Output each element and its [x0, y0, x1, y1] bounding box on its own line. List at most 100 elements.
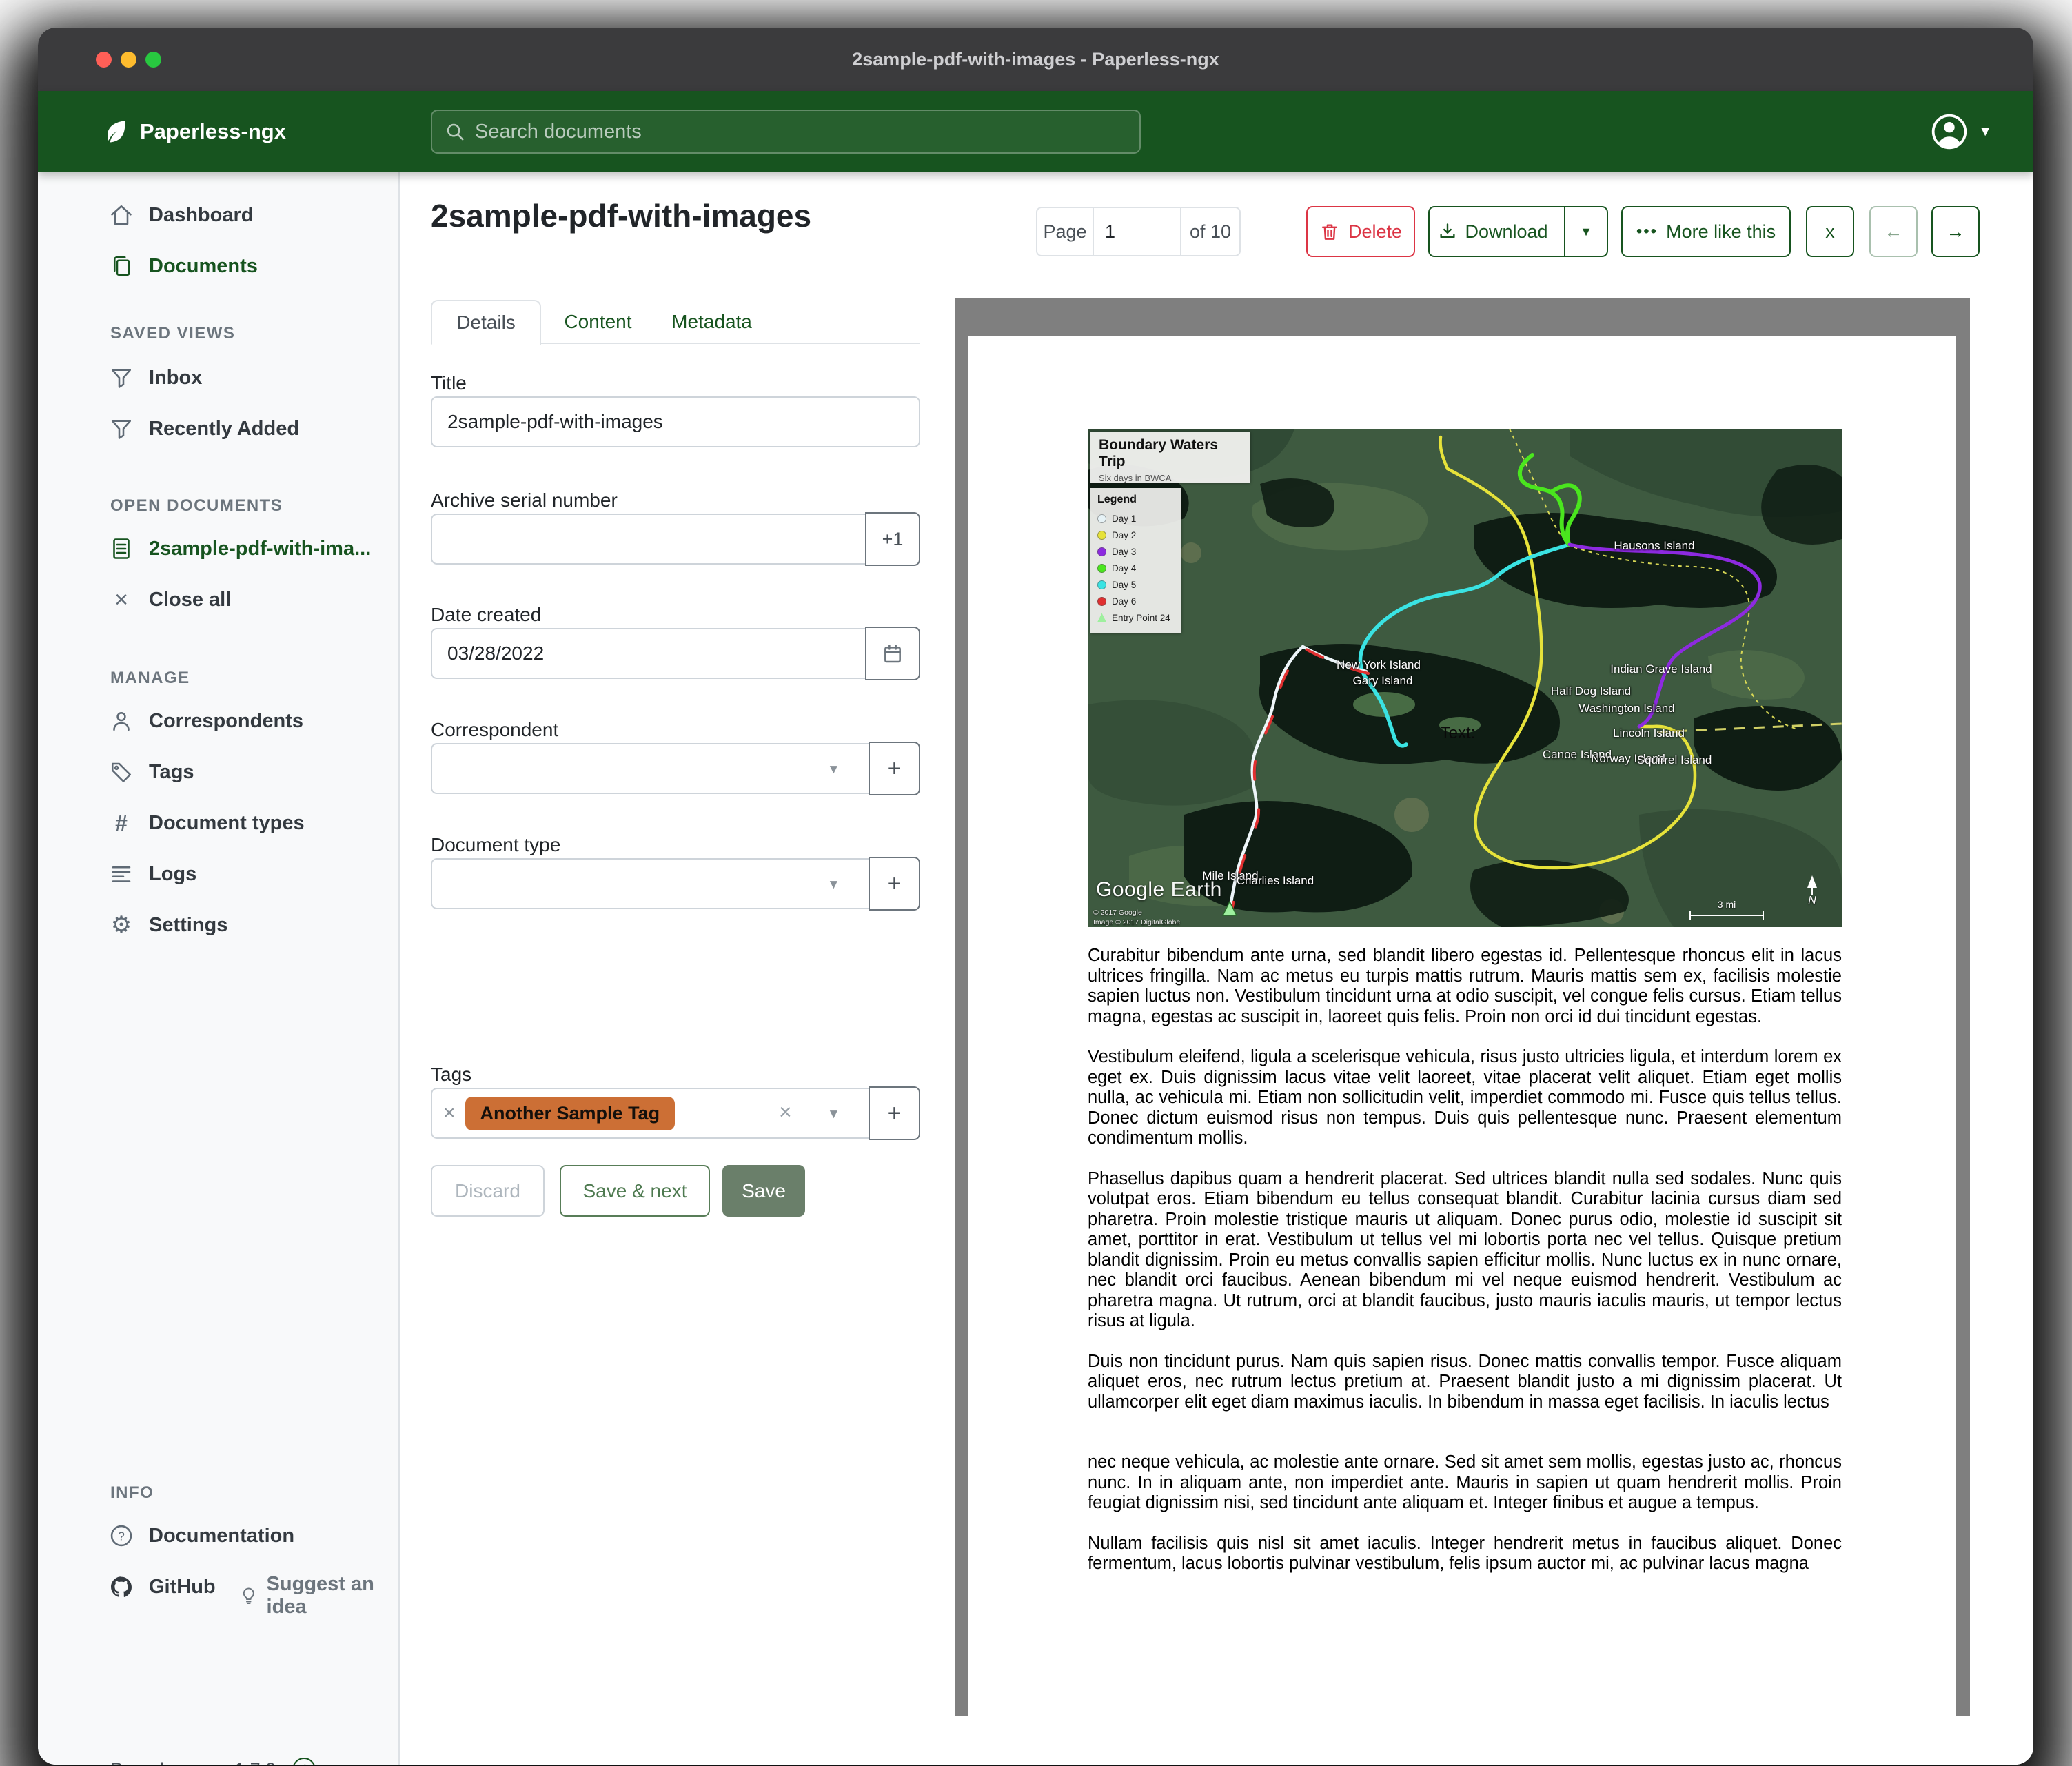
legend-item: Day 2	[1097, 527, 1175, 543]
main-content: 2sample-pdf-with-images Page of 10 Delet…	[400, 172, 2033, 1765]
map-attribution: Google Earth	[1096, 878, 1222, 902]
legend-swatch	[1097, 514, 1106, 523]
pdf-paragraph: Nullam facilisis quis nisl sit amet iacu…	[1088, 1534, 1842, 1574]
download-icon	[1437, 221, 1458, 242]
add-tag-button[interactable]: +	[869, 1086, 920, 1140]
sidebar-item-documentation[interactable]: ? Documentation	[38, 1511, 400, 1561]
chevron-down-icon: ▼	[827, 762, 840, 778]
brand[interactable]: Paperless-ngx	[101, 91, 286, 172]
sidebar: Dashboard Documents SAVED VIEWS Inbox Re…	[38, 172, 400, 1765]
remove-tag-icon[interactable]: ×	[443, 1102, 456, 1125]
sidebar-item-logs[interactable]: Logs	[38, 849, 400, 899]
clear-tags-icon[interactable]: ×	[779, 1099, 792, 1125]
save-button[interactable]: Save	[722, 1165, 805, 1217]
legend-item: Day 3	[1097, 543, 1175, 560]
page-label: Page	[1037, 208, 1094, 255]
lightbulb-icon	[239, 1585, 258, 1607]
map-copyright: © 2017 Google	[1093, 909, 1142, 917]
sidebar-item-suggest-idea[interactable]: Suggest an idea	[239, 1573, 398, 1618]
app-window: 2sample-pdf-with-images - Paperless-ngx …	[38, 28, 2033, 1765]
map-art	[1088, 429, 1842, 927]
previous-document-button[interactable]: ←	[1869, 206, 1918, 257]
tab-details[interactable]: Details	[431, 300, 541, 345]
download-button[interactable]: Download ▼	[1428, 206, 1608, 257]
map-place-label: Lincoln Island	[1613, 727, 1685, 740]
save-and-next-button[interactable]: Save & next	[560, 1165, 710, 1217]
close-window-button[interactable]	[96, 52, 112, 68]
trash-icon	[1319, 221, 1340, 242]
close-icon: x	[1825, 221, 1835, 243]
filter-icon	[109, 416, 134, 441]
filter-icon	[109, 365, 134, 390]
chevron-down-icon: ▼	[827, 1107, 840, 1122]
sidebar-item-documents[interactable]: Documents	[38, 241, 400, 291]
titlebar: 2sample-pdf-with-images - Paperless-ngx	[38, 28, 2033, 91]
sidebar-item-inbox[interactable]: Inbox	[38, 353, 400, 403]
pdf-viewer[interactable]: Boundary Waters Trip Six days in BWCA Le…	[955, 298, 1970, 1716]
sidebar-item-correspondents[interactable]: Correspondents	[38, 696, 400, 746]
search-icon	[445, 121, 465, 142]
pdf-paragraph: Vestibulum eleifend, ligula a scelerisqu…	[1088, 1047, 1842, 1149]
page-number-input[interactable]	[1094, 208, 1180, 255]
add-correspondent-button[interactable]: +	[869, 742, 920, 795]
calendar-button[interactable]	[865, 627, 920, 680]
chevron-down-icon: ▼	[1978, 124, 1992, 140]
discard-button[interactable]: Discard	[431, 1165, 545, 1217]
calendar-icon	[882, 642, 904, 664]
pdf-text: Curabitur bibendum ante urna, sed blandi…	[1088, 946, 1842, 1594]
file-text-icon	[109, 536, 134, 561]
more-like-this-button[interactable]: ••• More like this	[1621, 206, 1791, 257]
document-type-select[interactable]	[431, 858, 870, 909]
legend-swatch	[1097, 597, 1106, 606]
tag-chip[interactable]: Another Sample Tag	[465, 1097, 676, 1130]
map-place-label: Charlies Island	[1237, 874, 1314, 888]
add-document-type-button[interactable]: +	[869, 857, 920, 911]
map-text-annotation: Text:	[1441, 724, 1476, 743]
hash-icon: #	[109, 811, 134, 835]
title-label: Title	[431, 372, 467, 394]
download-dropdown-button[interactable]: ▼	[1564, 207, 1607, 256]
next-document-button[interactable]: →	[1931, 206, 1980, 257]
tab-bar: Details Content Metadata	[431, 300, 920, 344]
sidebar-item-dashboard[interactable]: Dashboard	[38, 190, 400, 240]
paperless-logo-icon	[101, 118, 129, 145]
info-icon[interactable]: i	[292, 1758, 316, 1765]
tab-content[interactable]: Content	[551, 300, 644, 344]
tab-metadata[interactable]: Metadata	[655, 300, 769, 344]
map-subtitle: Six days in BWCA	[1099, 473, 1242, 483]
pdf-paragraph: Phasellus dapibus quam a hendrerit place…	[1088, 1169, 1842, 1332]
title-input[interactable]	[431, 396, 920, 447]
sidebar-item-close-all[interactable]: × Close all	[38, 575, 400, 625]
asn-increment-button[interactable]: +1	[865, 512, 920, 566]
pdf-paragraph: Duis non tincidunt purus. Nam quis sapie…	[1088, 1352, 1842, 1413]
close-document-button[interactable]: x	[1806, 206, 1854, 257]
asn-input[interactable]	[431, 514, 866, 565]
document-type-label: Document type	[431, 834, 560, 856]
map-place-label: Indian Grave Island	[1610, 662, 1712, 676]
map-place-label: New York Island	[1337, 658, 1421, 672]
minimize-window-button[interactable]	[121, 52, 136, 68]
sidebar-item-document-types[interactable]: # Document types	[38, 798, 400, 848]
date-created-label: Date created	[431, 604, 541, 626]
search-input[interactable]	[475, 121, 1127, 143]
date-created-input[interactable]	[431, 628, 866, 679]
legend-item: Day 1	[1097, 510, 1175, 527]
tags-select[interactable]: × Another Sample Tag	[431, 1088, 870, 1139]
map-copyright: Image © 2017 DigitalGlobe	[1093, 918, 1180, 926]
chevron-down-icon: ▼	[1580, 225, 1592, 239]
delete-button[interactable]: Delete	[1306, 206, 1415, 257]
screen: 2sample-pdf-with-images - Paperless-ngx …	[0, 0, 2072, 1766]
question-circle-icon: ?	[109, 1523, 134, 1548]
gear-icon: ⚙	[109, 913, 134, 937]
sidebar-item-open-document[interactable]: 2sample-pdf-with-ima...	[38, 524, 400, 574]
correspondent-select[interactable]	[431, 743, 870, 794]
sidebar-item-tags[interactable]: Tags	[38, 747, 400, 797]
list-icon	[109, 862, 134, 886]
search-bar[interactable]	[431, 110, 1141, 154]
sidebar-item-recently-added[interactable]: Recently Added	[38, 404, 400, 454]
map-place-label: Half Dog Island	[1551, 684, 1631, 698]
sidebar-item-settings[interactable]: ⚙ Settings	[38, 900, 400, 950]
zoom-window-button[interactable]	[145, 52, 161, 68]
legend-swatch	[1097, 564, 1106, 573]
user-menu[interactable]: ▼	[1930, 91, 1992, 172]
